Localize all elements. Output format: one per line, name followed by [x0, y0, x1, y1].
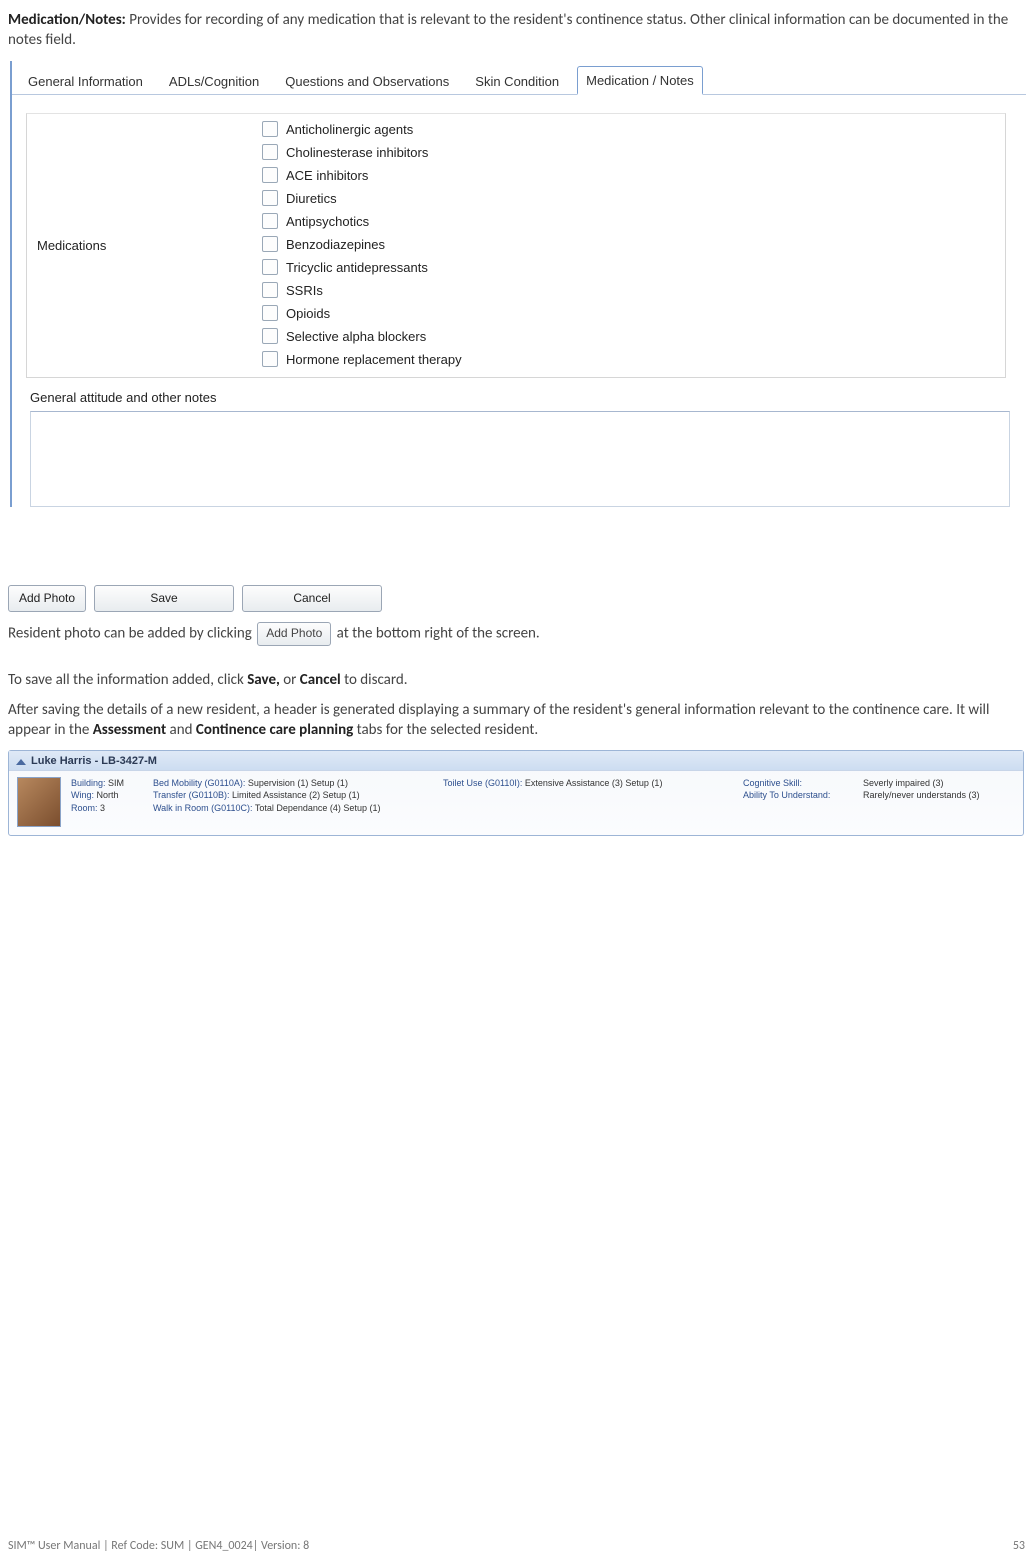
value: 3 — [100, 803, 105, 813]
form-panel: General Information ADLs/Cognition Quest… — [10, 61, 1026, 507]
checkbox-label: Opioids — [286, 306, 330, 321]
checkbox-icon — [262, 305, 278, 321]
tab-questions-observations[interactable]: Questions and Observations — [277, 68, 457, 94]
value: North — [97, 790, 119, 800]
summary-col-cognitive: Cognitive Skill:Severly impaired (3) Abi… — [743, 777, 1015, 827]
tab-content: Medications Anticholinergic agents Choli… — [12, 95, 1026, 507]
checkbox-label: Tricyclic antidepressants — [286, 260, 428, 275]
text: to discard. — [341, 671, 408, 689]
section-body: Provides for recording of any medication… — [8, 11, 1008, 49]
checkbox-icon — [262, 121, 278, 137]
after-save-paragraph: After saving the details of a new reside… — [8, 700, 1025, 741]
checkbox-label: Anticholinergic agents — [286, 122, 413, 137]
checkbox-ssris[interactable]: SSRIs — [262, 279, 462, 302]
value: Extensive Assistance (3) Setup (1) — [522, 778, 662, 788]
button-row: Add Photo Save Cancel — [8, 585, 1025, 612]
value: Limited Assistance (2) Setup (1) — [232, 790, 360, 800]
checkbox-opioids[interactable]: Opioids — [262, 302, 462, 325]
resident-summary-body: Building: SIM Wing: North Room: 3 Bed Mo… — [9, 771, 1023, 835]
page-footer: SIM™ User Manual | Ref Code: SUM | GEN4_… — [8, 1539, 1025, 1553]
summary-col-toilet: Toilet Use (G0110I): Extensive Assistanc… — [443, 777, 733, 827]
tab-medication-notes[interactable]: Medication / Notes — [577, 66, 703, 95]
checkbox-anticholinergic[interactable]: Anticholinergic agents — [262, 118, 462, 141]
checkbox-label: Cholinesterase inhibitors — [286, 145, 428, 160]
medications-checklist: Anticholinergic agents Cholinesterase in… — [262, 114, 462, 377]
checkbox-icon — [262, 144, 278, 160]
summary-col-location: Building: SIM Wing: North Room: 3 — [71, 777, 143, 827]
text: or — [280, 671, 300, 689]
bold-cancel: Cancel — [300, 671, 341, 689]
checkbox-label: SSRIs — [286, 283, 323, 298]
section-intro: Medication/Notes: Provides for recording… — [8, 10, 1025, 51]
cancel-button[interactable]: Cancel — [242, 585, 382, 612]
checkbox-label: Hormone replacement therapy — [286, 352, 462, 367]
bold-continence-planning: Continence care planning — [196, 721, 353, 739]
label: Bed Mobility (G0110A): — [153, 778, 245, 788]
tabs-row: General Information ADLs/Cognition Quest… — [12, 63, 1026, 95]
checkbox-tricyclic[interactable]: Tricyclic antidepressants — [262, 256, 462, 279]
resident-summary-title[interactable]: Luke Harris - LB-3427-M — [9, 751, 1023, 771]
add-photo-inline-button[interactable]: Add Photo — [257, 622, 331, 646]
label: Transfer (G0110B): — [153, 790, 230, 800]
checkbox-antipsychotics[interactable]: Antipsychotics — [262, 210, 462, 233]
checkbox-cholinesterase[interactable]: Cholinesterase inhibitors — [262, 141, 462, 164]
label: Toilet Use (G0110I): — [443, 778, 522, 788]
text: tabs for the selected resident. — [353, 721, 538, 739]
checkbox-icon — [262, 259, 278, 275]
label: Building: — [71, 778, 106, 788]
notes-label: General attitude and other notes — [30, 390, 1026, 405]
label: Walk in Room (G0110C): — [153, 803, 253, 813]
checkbox-label: Antipsychotics — [286, 214, 369, 229]
checkbox-label: ACE inhibitors — [286, 168, 368, 183]
medications-label: Medications — [27, 238, 262, 253]
save-button[interactable]: Save — [94, 585, 234, 612]
label: Ability To Understand: — [743, 789, 863, 801]
value: Rarely/never understands (3) — [863, 789, 980, 801]
save-sentence: To save all the information added, click… — [8, 670, 1025, 690]
checkbox-selective-alpha[interactable]: Selective alpha blockers — [262, 325, 462, 348]
checkbox-label: Selective alpha blockers — [286, 329, 426, 344]
checkbox-icon — [262, 213, 278, 229]
summary-col-mobility: Bed Mobility (G0110A): Supervision (1) S… — [153, 777, 433, 827]
tab-skin-condition[interactable]: Skin Condition — [467, 68, 567, 94]
text: at the bottom right of the screen. — [337, 624, 540, 642]
checkbox-icon — [262, 282, 278, 298]
tab-general-information[interactable]: General Information — [20, 68, 151, 94]
label: Wing: — [71, 790, 94, 800]
value: Severly impaired (3) — [863, 777, 944, 789]
checkbox-label: Benzodiazepines — [286, 237, 385, 252]
avatar — [17, 777, 61, 827]
bold-assessment: Assessment — [93, 721, 166, 739]
notes-textarea[interactable] — [30, 411, 1010, 507]
checkbox-benzodiazepines[interactable]: Benzodiazepines — [262, 233, 462, 256]
text: To save all the information added, click — [8, 671, 247, 689]
checkbox-icon — [262, 190, 278, 206]
bold-save: Save, — [247, 671, 280, 689]
checkbox-ace-inhibitors[interactable]: ACE inhibitors — [262, 164, 462, 187]
value: Supervision (1) Setup (1) — [248, 778, 348, 788]
tab-adls-cognition[interactable]: ADLs/Cognition — [161, 68, 267, 94]
add-photo-button[interactable]: Add Photo — [8, 585, 86, 612]
value: Total Dependance (4) Setup (1) — [255, 803, 381, 813]
resident-summary-panel: Luke Harris - LB-3427-M Building: SIM Wi… — [8, 750, 1024, 836]
text: and — [166, 721, 196, 739]
section-heading: Medication/Notes: — [8, 11, 126, 29]
footer-left: SIM™ User Manual | Ref Code: SUM | GEN4_… — [8, 1539, 309, 1553]
checkbox-diuretics[interactable]: Diuretics — [262, 187, 462, 210]
checkbox-icon — [262, 236, 278, 252]
checkbox-icon — [262, 328, 278, 344]
label: Room: — [71, 803, 98, 813]
medications-group: Medications Anticholinergic agents Choli… — [26, 113, 1006, 378]
photo-sentence: Resident photo can be added by clicking … — [8, 622, 1025, 646]
label: Cognitive Skill: — [743, 777, 863, 789]
checkbox-icon — [262, 167, 278, 183]
checkbox-icon — [262, 351, 278, 367]
text: Resident photo can be added by clicking — [8, 624, 255, 642]
footer-page-number: 53 — [1013, 1539, 1025, 1553]
checkbox-label: Diuretics — [286, 191, 337, 206]
checkbox-hormone-replacement[interactable]: Hormone replacement therapy — [262, 348, 462, 371]
value: SIM — [108, 778, 124, 788]
